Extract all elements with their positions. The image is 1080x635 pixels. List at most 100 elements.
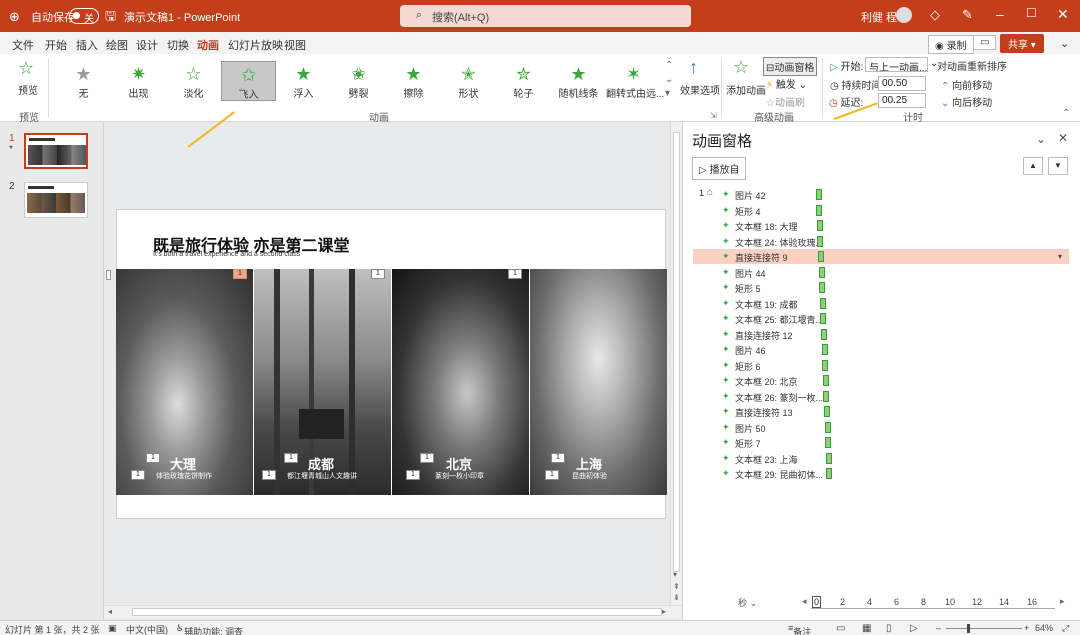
gallery-scroll-down-icon[interactable]: ⌄	[665, 74, 673, 85]
effect-split[interactable]: ✬ 劈裂	[331, 61, 386, 101]
timeline-bar[interactable]	[817, 251, 824, 262]
chevron-down-icon[interactable]: ⌄	[1060, 37, 1069, 50]
timeline-bar[interactable]	[822, 375, 829, 386]
tab-file[interactable]: 文件	[12, 37, 34, 53]
zoom-slider[interactable]	[946, 628, 1022, 629]
animation-item[interactable]: 矩形 5	[735, 282, 761, 295]
animation-order-tag[interactable]: 1	[420, 453, 434, 463]
animation-order-tag[interactable]: 1	[551, 453, 565, 463]
horizontal-scrollbar[interactable]: ◂ ▸	[104, 605, 682, 619]
effect-grow-turn[interactable]: ✶ 翻转式由远...	[606, 61, 664, 101]
save-icon[interactable]: 🖫	[105, 7, 116, 29]
animation-item[interactable]: 矩形 4	[735, 205, 761, 218]
animation-item[interactable]: 文本框 25: 都江堰青...	[735, 313, 823, 326]
effect-float-in[interactable]: ★ 浮入	[276, 61, 331, 101]
caption-dali[interactable]: 体验玫瑰花饼制作	[156, 471, 212, 481]
duration-input[interactable]: 00.50	[878, 76, 926, 91]
timeline-bar[interactable]	[825, 422, 831, 433]
timeline-bar[interactable]	[816, 189, 822, 200]
next-slide-icon[interactable]: ⇟	[673, 593, 680, 602]
close-pane-icon[interactable]: ✕	[1058, 131, 1068, 145]
effect-none[interactable]: ★ 无	[56, 61, 111, 101]
animation-item[interactable]: 文本框 23: 上海	[735, 453, 798, 466]
previous-slide-icon[interactable]: ⇞	[673, 582, 680, 591]
caption-beijing[interactable]: 篆刻一枚小印章	[435, 471, 484, 481]
animation-item[interactable]: 矩形 7	[735, 437, 761, 450]
close-button[interactable]: ✕	[1057, 6, 1069, 23]
pen-icon[interactable]: ✎	[962, 7, 973, 23]
animation-order-tag[interactable]: 1	[146, 453, 160, 463]
animation-order-tag[interactable]: 1	[545, 470, 559, 480]
animation-item[interactable]: 文本框 18: 大理	[735, 220, 798, 233]
animation-order-tag[interactable]: 1	[508, 269, 522, 279]
tab-draw[interactable]: 绘图	[106, 37, 128, 53]
dialog-launcher-icon[interactable]: ⇲	[710, 111, 717, 120]
animation-order-tag[interactable]: 1	[233, 269, 247, 279]
slide-sorter-icon[interactable]: ▦	[862, 623, 871, 634]
scroll-right-icon[interactable]: ▸	[662, 607, 666, 616]
timeline-bar[interactable]	[822, 344, 828, 355]
slideshow-icon[interactable]: ▷	[910, 623, 918, 634]
animation-order-tag[interactable]: 1	[262, 470, 276, 480]
scroll-left-icon[interactable]: ◂	[108, 607, 112, 616]
minimize-button[interactable]: –	[996, 6, 1004, 22]
timeline-right-icon[interactable]: ▸	[1060, 596, 1065, 607]
gallery-more-icon[interactable]: ▾	[665, 88, 670, 99]
zoom-out-icon[interactable]: –	[936, 623, 941, 633]
timeline-bar[interactable]	[819, 298, 826, 309]
effect-fly-in[interactable]: ✩ 飞入	[221, 61, 276, 101]
delay-input[interactable]: 00.25	[878, 93, 926, 108]
animation-item[interactable]: 直接连接符 12	[735, 329, 793, 342]
spellcheck-icon[interactable]: ▣	[108, 623, 117, 634]
animation-item[interactable]: 直接连接符 13	[735, 406, 793, 419]
caption-shanghai[interactable]: 昆曲初体验	[572, 471, 607, 481]
selection-handle[interactable]	[106, 270, 111, 280]
add-animation-button[interactable]: 添加动画	[726, 82, 766, 97]
effect-appear[interactable]: ✷ 出现	[111, 61, 166, 101]
animation-order-tag[interactable]: 1	[284, 453, 298, 463]
animation-item[interactable]: 文本框 24: 体验玫瑰...	[735, 236, 823, 249]
timeline-bar[interactable]	[817, 236, 824, 247]
comment-icon[interactable]: ▭	[973, 35, 997, 50]
vertical-scrollbar[interactable]: ▾ ⇞ ⇟	[670, 122, 682, 605]
timeline-bar[interactable]	[822, 360, 829, 371]
effect-wipe[interactable]: ★ 擦除	[386, 61, 441, 101]
fit-slide-icon[interactable]: ⤢	[1062, 623, 1069, 634]
zoom-in-icon[interactable]: +	[1024, 623, 1029, 633]
timeline-bar[interactable]	[825, 437, 832, 448]
caption-chengdu[interactable]: 都江堰青城山人文趣讲	[287, 471, 357, 481]
slide-thumbnail-2[interactable]	[24, 182, 88, 218]
effect-options-button[interactable]: 效果选项	[680, 82, 720, 97]
avatar[interactable]	[896, 7, 912, 23]
animation-item[interactable]: 文本框 26: 篆刻一枚...	[735, 391, 823, 404]
timeline-bar[interactable]	[816, 205, 823, 216]
slide-thumbnail-1[interactable]	[24, 133, 88, 169]
animation-item[interactable]: 图片 44	[735, 267, 766, 280]
animation-order-tag[interactable]: 1	[406, 470, 420, 480]
timeline-bar[interactable]	[819, 267, 825, 278]
move-down-button[interactable]: ▼	[1048, 157, 1068, 175]
zoom-level[interactable]: 64%	[1035, 623, 1053, 633]
play-from-button[interactable]: ▷ 播放自	[692, 157, 747, 180]
animation-order-tag[interactable]: 1	[371, 269, 385, 279]
reading-view-icon[interactable]: ▯	[886, 623, 892, 634]
animation-painter-button[interactable]: ☆动画刷	[766, 94, 805, 109]
timeline-bar[interactable]	[819, 282, 826, 293]
scroll-down-icon[interactable]: ▾	[673, 570, 677, 579]
timeline-bar[interactable]	[823, 391, 830, 402]
search-box[interactable]: ⌕ 搜索(Alt+Q)	[400, 5, 691, 27]
timeline-bar[interactable]	[816, 220, 823, 231]
timeline-bar[interactable]	[825, 453, 832, 464]
effect-fade[interactable]: ☆ 淡化	[166, 61, 221, 101]
language-status[interactable]: 中文(中国)	[126, 623, 168, 635]
animation-order-tag[interactable]: 1	[131, 470, 145, 480]
slide-subtitle[interactable]: It's both a travel experience and a seco…	[153, 251, 300, 258]
tab-transitions[interactable]: 切换	[167, 37, 189, 53]
timeline-bar[interactable]	[823, 406, 830, 417]
effect-shape[interactable]: ✭ 形状	[441, 61, 496, 101]
move-up-button[interactable]: ▲	[1023, 157, 1043, 175]
animation-item[interactable]: 直接连接符 9	[735, 251, 788, 264]
animation-item[interactable]: 图片 46	[735, 344, 766, 357]
timeline-bar[interactable]	[826, 468, 833, 479]
item-dropdown-icon[interactable]: ▾	[1058, 252, 1062, 261]
